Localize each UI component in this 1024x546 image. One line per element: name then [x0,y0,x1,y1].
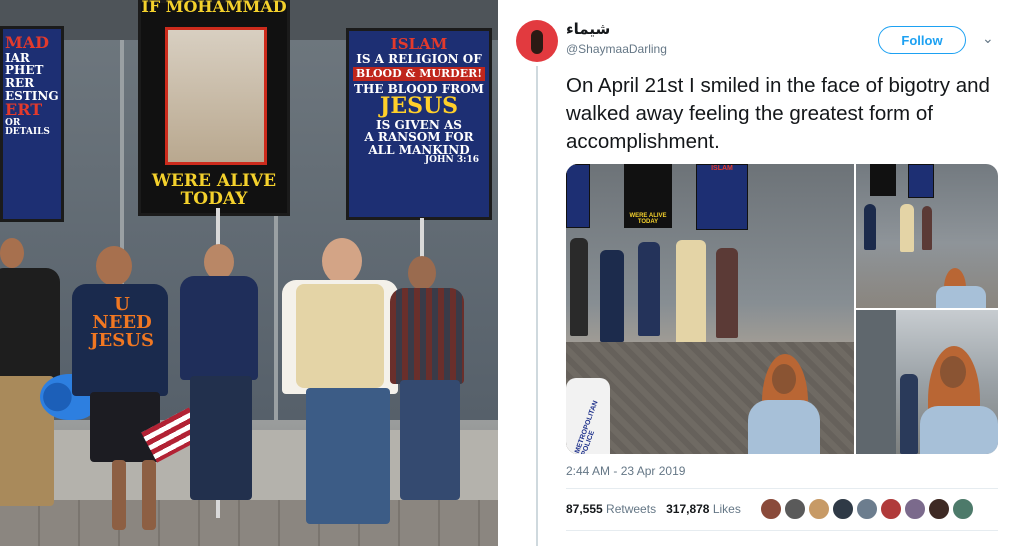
mini-person [864,204,876,250]
sign-line: ERT [5,100,43,120]
tweet-stats: 87,555 Retweets 317,878 Likes [566,502,741,516]
sign-line: JESUS [379,93,459,120]
mini-person [676,240,706,344]
mini-person [570,238,588,336]
sidewalk [0,500,498,546]
mini-sign [566,164,590,228]
mini-person [900,204,914,252]
liker-avatar[interactable] [904,498,926,520]
tweet-timestamp[interactable]: 2:44 AM - 23 Apr 2019 [566,464,685,478]
sign-top-text: IF MOHAMMAD [141,0,287,16]
mini-person [638,242,660,336]
liker-avatar[interactable] [760,498,782,520]
media-grid: WERE ALIVE TODAY ISLAM METROPOLITAN POLI… [566,164,998,454]
mini-sign: WERE ALIVE TODAY [624,164,672,228]
like-label[interactable]: Likes [713,502,741,516]
liker-avatar[interactable] [784,498,806,520]
liker-avatar[interactable] [928,498,950,520]
police-text: METROPOLITAN POLICE [574,399,600,454]
sign-line: RER [5,75,35,90]
building [856,310,896,454]
media-photo-bottom-right[interactable] [856,310,998,454]
sign-line: A RANSOM FOR [364,130,474,145]
sign-if-mohammad: IF MOHAMMAD WERE ALIVE TODAY [138,0,290,216]
mini-person [716,248,738,338]
woman-shirt [936,286,986,308]
protest-photo: IF MOHAMMAD WERE ALIVE TODAY ISLAM IS A … [0,0,498,546]
like-count[interactable]: 317,878 [666,502,709,516]
chevron-down-icon[interactable]: ⌄ [982,30,994,47]
shirt-line: JESUS [90,330,154,351]
police-car: METROPOLITAN POLICE [566,378,610,454]
sign-left-partial: MAD IAR PHET RER ESTING ERT OR DETAILS [0,26,64,222]
mini-sign-text: WERE ALIVE TODAY [629,213,667,225]
liker-avatar[interactable] [856,498,878,520]
sign-line: BLOOD & MURDER! [352,67,486,81]
mini-person [900,374,918,454]
mini-sign: ISLAM [696,164,748,230]
divider [566,530,998,531]
sign-line: ISLAM [390,35,448,53]
media-photo-main[interactable]: WERE ALIVE TODAY ISLAM METROPOLITAN POLI… [566,164,854,454]
woman-shirt [748,400,820,454]
retweet-count[interactable]: 87,555 [566,502,603,516]
mini-person [600,250,624,342]
tweet-card: شيماء @ShaymaaDarling Follow ⌄ On April … [500,0,1024,546]
mini-sign-text: ISLAM [711,165,733,172]
woman-shirt [920,406,998,454]
liker-avatar[interactable] [832,498,854,520]
user-handle[interactable]: @ShaymaaDarling [566,42,667,56]
sign-islam: ISLAM IS A RELIGION OF BLOOD & MURDER! T… [346,28,492,220]
display-name[interactable]: شيماء [566,20,610,38]
media-photo-top-right[interactable] [856,164,998,308]
liker-avatar[interactable] [952,498,974,520]
liker-avatar[interactable] [880,498,902,520]
thread-line [536,66,538,546]
liker-avatar[interactable] [808,498,830,520]
sign-line: OR DETAILS [5,117,50,138]
sign-line: IS A RELIGION OF [356,51,482,66]
tweet-text: On April 21st I smiled in the face of bi… [566,74,990,153]
woman-face [940,356,966,388]
woman-face [772,364,796,394]
avatar[interactable] [516,20,558,62]
mini-person [922,206,932,250]
mini-sign [908,164,934,198]
mini-sign [870,164,896,196]
divider [566,488,998,489]
follow-button[interactable]: Follow [878,26,966,54]
sign-line: JOHN 3:16 [424,155,479,166]
sign-photo [165,27,267,165]
sign-line: MAD [5,33,49,52]
sign-bottom-text: WERE ALIVE TODAY [151,171,277,210]
retweet-label[interactable]: Retweets [606,502,656,516]
